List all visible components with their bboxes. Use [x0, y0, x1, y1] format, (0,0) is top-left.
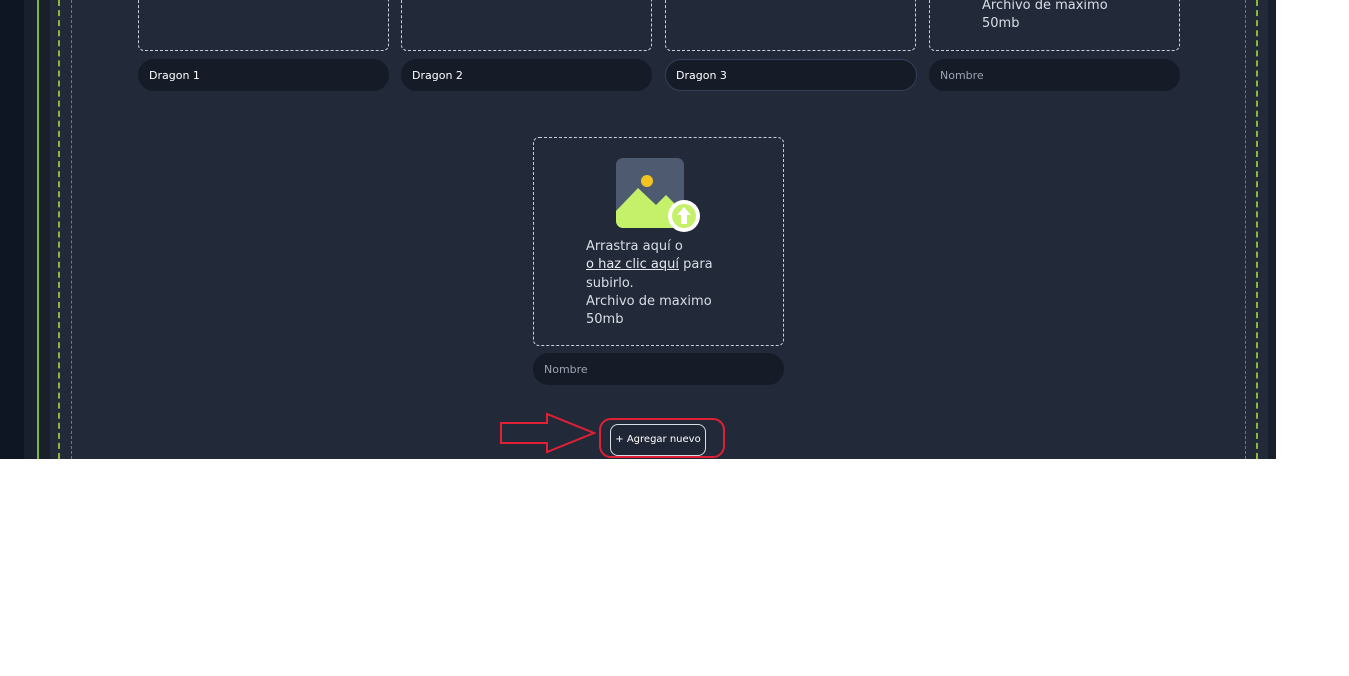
- upload-dropzone-2[interactable]: [401, 0, 652, 51]
- upload-hint-line: subirlo.: [586, 275, 634, 291]
- red-arrow-annotation: [500, 412, 597, 454]
- name-field-4[interactable]: [929, 59, 1180, 91]
- upload-dropzone-new[interactable]: Arrastra aquí o o haz clic aquí para sub…: [533, 137, 784, 346]
- name-field-3[interactable]: [665, 59, 917, 91]
- upload-hint: Archivo de maximo 50mb: [982, 0, 1108, 34]
- guide-line: [37, 0, 39, 459]
- upload-hint-link-line: o haz clic aquí para: [586, 256, 726, 274]
- upload-hint-after-link: para: [678, 257, 713, 273]
- upload-hint-size: 50mb: [982, 16, 1020, 32]
- app-screen: Archivo de maximo 50mb Arrastra aquí o o…: [0, 0, 1276, 459]
- upload-hint-limit: Archivo de maximo: [586, 293, 712, 309]
- upload-dropzone-4[interactable]: Archivo de maximo 50mb: [929, 0, 1180, 51]
- guide-line-dashed-blue: [71, 0, 72, 459]
- upload-click-link[interactable]: o haz clic aquí: [586, 257, 679, 272]
- guide-line-dashed-blue: [1245, 0, 1246, 459]
- left-edge: [0, 0, 24, 459]
- upload-hint-line: Arrastra aquí o: [586, 239, 683, 254]
- name-field-new[interactable]: [533, 353, 784, 385]
- upload-hint-size: 50mb: [586, 312, 624, 328]
- name-field-2[interactable]: [401, 59, 652, 91]
- name-field-1[interactable]: [138, 59, 389, 91]
- guide-line-dashed-green: [1256, 0, 1258, 459]
- guide-line-dashed-green: [58, 0, 60, 459]
- upload-dropzone-3[interactable]: [665, 0, 916, 51]
- upload-hint-limit: Archivo de maximo: [982, 0, 1108, 13]
- image-upload-icon: [616, 158, 700, 232]
- upload-hint: Arrastra aquí o o haz clic aquí para sub…: [586, 238, 726, 329]
- add-new-button[interactable]: + Agregar nuevo: [610, 424, 706, 456]
- upload-dropzone-1[interactable]: [138, 0, 389, 51]
